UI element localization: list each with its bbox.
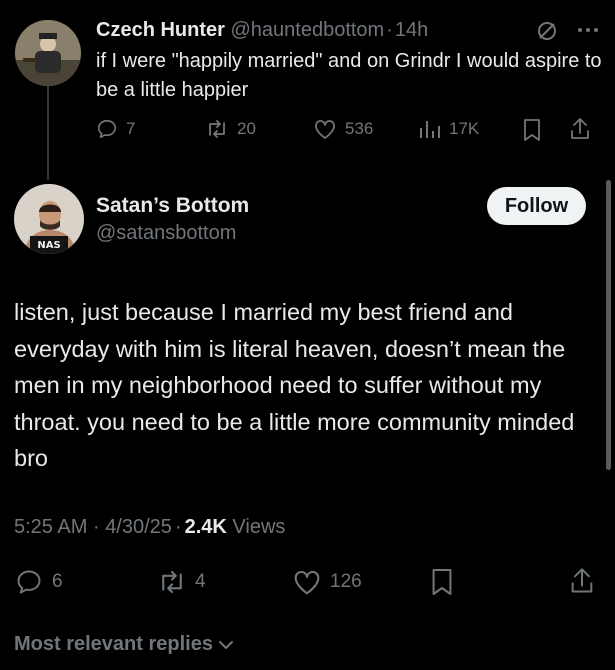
main-display-name[interactable]: Satan’s Bottom [96,194,249,218]
like-heart-icon [315,120,335,139]
reply-likes-count: 536 [345,119,374,138]
reply-views-button[interactable]: 17K [417,118,479,140]
reply-reposts-count: 20 [237,119,256,138]
meta-separator: · [174,516,182,538]
replies-sort-dropdown[interactable]: Most relevant replies [14,633,235,656]
reply-share-icon[interactable] [569,117,591,141]
main-tweet-meta: 5:25 AM · 4/30/25 · 2.4K Views [14,516,285,539]
scrollbar-thumb[interactable] [606,180,611,470]
views-chart-icon [420,121,440,138]
more-options-icon[interactable] [576,26,600,34]
main-share-icon[interactable] [569,567,595,595]
avatar-photo-icon [15,20,81,86]
reply-bookmark-icon[interactable] [522,118,542,142]
avatar-shirt-text: NAS [37,240,60,251]
main-replies-count: 6 [52,571,63,592]
meta-separator: · [92,516,100,538]
reply-handle[interactable]: @hauntedbottom [230,19,384,41]
main-bookmark-icon[interactable] [430,567,454,597]
main-like-button[interactable]: 126 [292,568,362,596]
follow-button[interactable]: Follow [487,187,586,225]
main-time[interactable]: 5:25 AM [14,516,87,538]
reply-icon [17,570,41,594]
reply-display-name[interactable]: Czech Hunter [96,19,225,41]
reply-tweet-text: if I were "happily married" and on Grind… [96,50,602,101]
main-views-count[interactable]: 2.4K [185,516,227,538]
repost-icon [162,570,182,594]
reply-repost-button[interactable]: 20 [205,118,256,140]
avatar-photo-icon: NAS [14,184,84,254]
thread-connector-line [47,84,49,180]
reply-replies-count: 7 [126,119,136,138]
like-heart-icon [294,570,320,595]
main-reposts-count: 4 [195,571,206,592]
czech-hunter-avatar[interactable] [15,20,81,86]
main-date[interactable]: 4/30/25 [105,516,172,538]
main-repost-button[interactable]: 4 [157,568,206,596]
satans-bottom-avatar[interactable]: NAS [14,184,84,254]
reply-separator: · [386,19,393,41]
repost-icon [209,120,225,138]
chevron-down-icon [218,640,233,649]
reply-reply-button[interactable]: 7 [96,118,135,140]
reply-time[interactable]: 14h [395,19,428,41]
main-views-label: Views [232,516,286,538]
main-handle[interactable]: @satansbottom [96,222,236,245]
muted-circle-slash-icon[interactable] [536,20,558,42]
reply-icon [97,119,117,139]
main-tweet-text: listen, just because I married my best f… [14,299,575,471]
replies-sort-label: Most relevant replies [14,633,213,655]
main-reply-button[interactable]: 6 [14,568,63,596]
reply-like-button[interactable]: 536 [313,118,373,140]
main-likes-count: 126 [330,571,362,592]
reply-views-count: 17K [449,119,480,138]
reply-tweet-header: Czech Hunter @hauntedbottom · 14h [96,16,428,44]
